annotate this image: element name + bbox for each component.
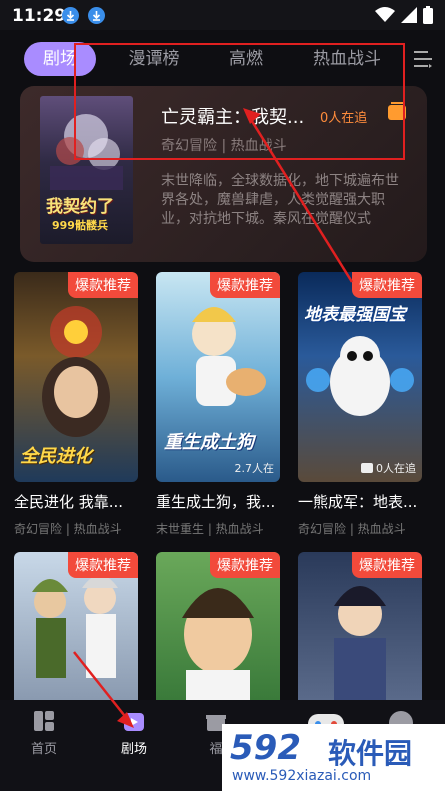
site-watermark: 592 软件园 www.592xiazai.com: [222, 724, 445, 791]
highlight-box: [74, 43, 405, 160]
drama-cover-text: 地表最强国宝: [304, 305, 406, 325]
drama-cover[interactable]: 爆款推荐: [156, 552, 280, 700]
drama-cover[interactable]: 全民进化 爆款推荐: [14, 272, 138, 482]
nav-theater-label: 剧场: [120, 742, 147, 757]
hot-recommend-badge: 爆款推荐: [210, 552, 280, 578]
wifi-icon: [375, 7, 395, 22]
watermark-brand: 592: [230, 728, 301, 768]
drama-cover-text: 重生成土狗: [164, 432, 254, 453]
theater-icon: [124, 713, 144, 731]
download-icon: [88, 7, 105, 24]
home-grid-icon: [34, 711, 54, 731]
drama-title[interactable]: 重生成土狗，我...: [156, 491, 275, 512]
hot-recommend-badge: 爆款推荐: [210, 272, 280, 298]
drama-title[interactable]: 全民进化 我靠...: [14, 491, 123, 512]
tv-icon: [361, 463, 373, 473]
featured-cover-text: 我契约了: [46, 197, 114, 217]
battery-icon: [423, 6, 433, 24]
featured-description: 末世降临，全球数据化，地下城遍布世界各处，魔兽肆虐，人类觉醒强大职业，对抗地下城…: [161, 173, 399, 227]
hot-recommend-badge: 爆款推荐: [68, 272, 138, 298]
signal-icon: [401, 7, 417, 23]
hot-recommend-badge: 爆款推荐: [352, 272, 422, 298]
hot-recommend-badge: 爆款推荐: [352, 552, 422, 578]
status-bar: 11:29: [0, 0, 445, 30]
drama-tags: 末世重生 | 热血战斗: [156, 522, 264, 536]
menu-icon[interactable]: [413, 50, 433, 68]
status-time: 11:29: [12, 6, 67, 26]
download-icon: [62, 7, 79, 24]
watermark-url: www.592xiazai.com: [232, 768, 372, 784]
drama-cover[interactable]: 重生成土狗 爆款推荐 2.7人在: [156, 272, 280, 482]
hot-recommend-badge: 爆款推荐: [68, 552, 138, 578]
drama-follow-count: 0人在追: [361, 460, 416, 476]
drama-tags: 奇幻冒险 | 热血战斗: [298, 522, 406, 536]
drama-cover[interactable]: 爆款推荐: [14, 552, 138, 700]
drama-cover[interactable]: 地表最强国宝 爆款推荐 0人在追: [298, 272, 422, 482]
drama-cover[interactable]: 爆款推荐: [298, 552, 422, 700]
drama-follow-count: 2.7人在: [234, 462, 275, 475]
watermark-brand-cn: 软件园: [328, 737, 413, 770]
drama-tags: 奇幻冒险 | 热血战斗: [14, 522, 122, 536]
nav-theater[interactable]: 剧场: [104, 710, 164, 757]
drama-cover-text: 全民进化: [20, 446, 92, 467]
nav-home[interactable]: 首页: [14, 710, 74, 757]
drama-title[interactable]: 一熊成军：地表...: [298, 491, 417, 512]
nav-home-label: 首页: [30, 742, 57, 757]
featured-cover-text: 999骷髅兵: [52, 219, 108, 232]
